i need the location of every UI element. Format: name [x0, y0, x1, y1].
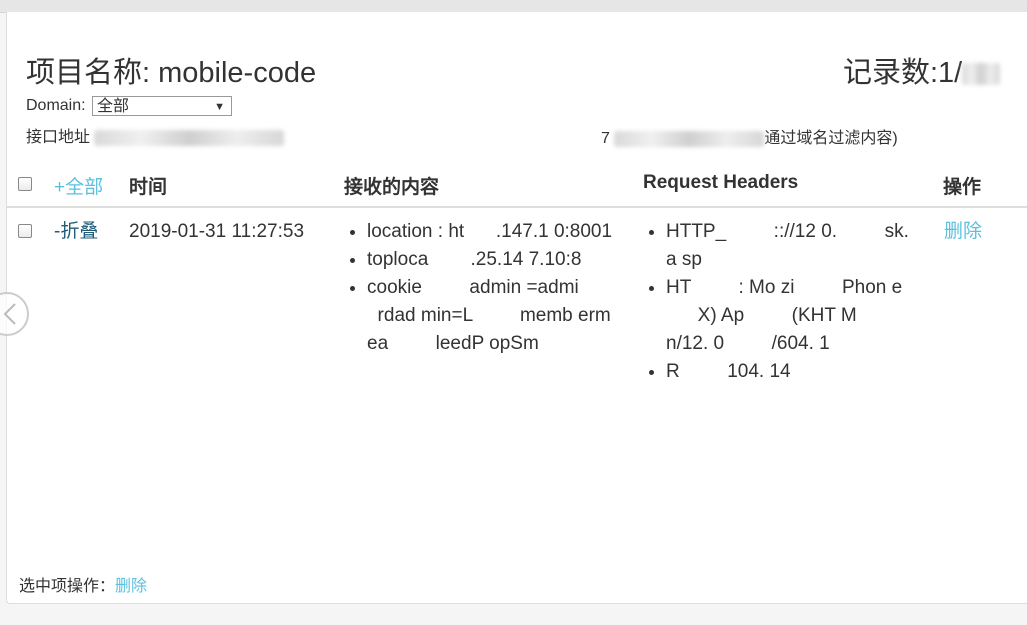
table-header: +全部 时间 接收的内容 Request Headers 操作 [7, 168, 1027, 208]
domain-selected-value: 全部 [97, 98, 130, 115]
row-time: 2019-01-31 11:27:53 [129, 221, 305, 242]
record-count-label: 记录数:1/ [843, 57, 963, 89]
row-checkbox[interactable] [18, 224, 32, 238]
header-item: R 104. 14 [666, 358, 918, 386]
domain-label: Domain: [26, 97, 86, 115]
column-header-time: 时间 [129, 177, 168, 198]
column-header-actions: 操作 [943, 177, 982, 198]
dropdown-arrow-icon: ▼ [214, 101, 226, 113]
content-item: cookie admin =admi rdad min=L memb ermea… [367, 274, 619, 358]
domain-select[interactable]: 全部 ▼ [92, 96, 233, 116]
bulk-actions: 选中项操作：删除 [19, 572, 147, 596]
api-label: 接口地址 [26, 129, 91, 146]
received-content-list: location : ht .147.1 0:8001 toploca .25.… [345, 218, 619, 358]
collapse-link[interactable]: -折叠 [54, 218, 98, 246]
column-header-content: 接收的内容 [344, 177, 440, 198]
redacted-note [614, 130, 765, 147]
records-panel: 项目名称: mobile-code 记录数:1/ Domain: 全部 ▼ 接口… [0, 12, 1027, 604]
header-item: HT : Mo zi Phon e X) Ap (KHT M n/12. 0 /… [666, 274, 918, 358]
redacted-api-url [94, 129, 285, 146]
filter-note: 7 通过域名过滤内容) [601, 124, 898, 148]
domain-filter: Domain: 全部 ▼ [26, 96, 233, 116]
note-prefix: 7 [601, 130, 610, 147]
bulk-delete-link[interactable]: 删除 [115, 578, 147, 595]
select-all-checkbox[interactable] [18, 177, 32, 191]
header-item: HTTP_ :://12 0. sk.a sp [666, 218, 918, 274]
content-item: toploca .25.14 7.10:8 [367, 246, 619, 274]
bulk-actions-label: 选中项操作： [19, 578, 116, 595]
expand-all-link[interactable]: +全部 [54, 172, 103, 199]
table-row: -折叠 2019-01-31 11:27:53 location : ht .1… [7, 208, 1027, 568]
column-header-request-headers: Request Headers [643, 172, 799, 193]
record-count: 记录数:1/ [843, 49, 1001, 91]
page-title: 项目名称: mobile-code [26, 57, 317, 89]
request-headers-list: HTTP_ :://12 0. sk.a sp HT : Mo zi Phon … [644, 218, 918, 386]
delete-row-link[interactable]: 删除 [944, 218, 982, 246]
redacted-count [962, 63, 1001, 86]
api-address: 接口地址 [26, 123, 285, 147]
note-suffix: 通过域名过滤内容) [764, 130, 898, 147]
content-item: location : ht .147.1 0:8001 [367, 218, 619, 246]
